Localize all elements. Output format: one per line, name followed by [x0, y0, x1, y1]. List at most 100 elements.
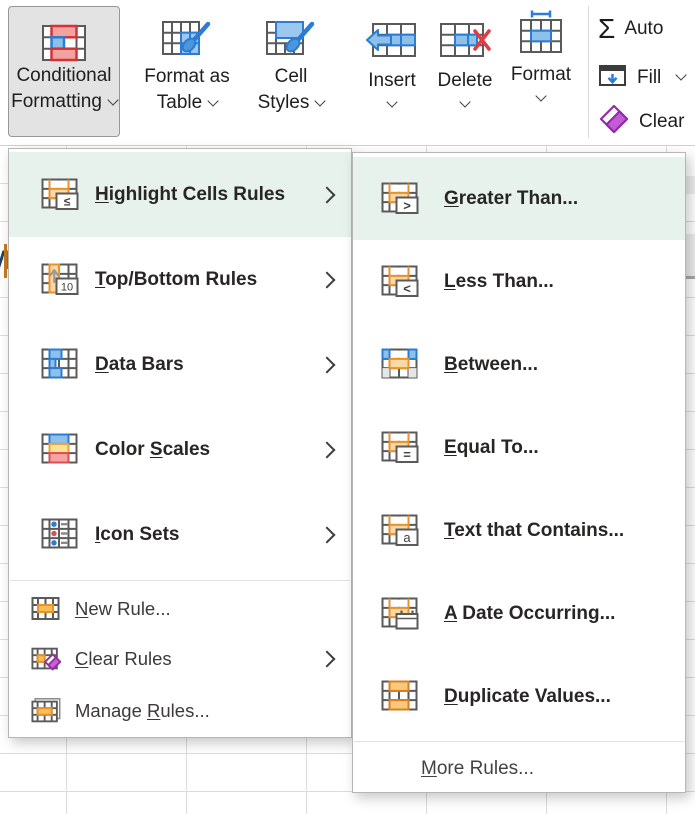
svg-text:a: a [403, 530, 411, 545]
submenu-separator [354, 741, 684, 742]
menu-item-clear-rules[interactable]: Clear Rules [9, 633, 351, 685]
eraser-icon [598, 103, 630, 141]
chevron-down-icon [535, 90, 546, 101]
format-cells-icon [517, 4, 565, 56]
button-label-line1: Conditional [16, 63, 111, 89]
cell-styles-button[interactable]: Cell Styles [250, 6, 332, 116]
duplicate-values-icon [381, 678, 427, 716]
submenu-item-label: Duplicate Values... [444, 686, 611, 708]
menu-item-new-rule[interactable]: New Rule... [9, 585, 351, 633]
conditional-formatting-button[interactable]: Conditional Formatting [8, 6, 120, 137]
submenu-arrow-icon [319, 271, 336, 288]
menu-item-label: Clear Rules [75, 648, 172, 670]
svg-text:<: < [403, 281, 411, 296]
menu-item-label: Manage Rules... [75, 700, 210, 722]
insert-button[interactable]: Insert [360, 10, 424, 109]
submenu-item-greater-than[interactable]: > Greater Than... [353, 157, 685, 240]
button-label: Format [511, 64, 571, 86]
fill-button[interactable]: Fill [598, 61, 685, 95]
menu-item-label: New Rule... [75, 598, 171, 620]
svg-text:≤: ≤ [64, 194, 71, 208]
color-scales-icon [41, 431, 87, 469]
menu-item-color-scales[interactable]: Color Scales [9, 407, 351, 492]
submenu-item-less-than[interactable]: < Less Than... [353, 240, 685, 323]
ribbon-group-separator [588, 6, 589, 138]
background-cell-edge [686, 276, 695, 279]
menu-item-label: Data Bars [95, 354, 184, 376]
button-label: Fill [637, 67, 661, 89]
menu-item-data-bars[interactable]: Data Bars [9, 322, 351, 407]
submenu-item-label: Between... [444, 354, 538, 376]
delete-button[interactable]: Delete [432, 10, 498, 109]
delete-cells-icon [438, 10, 492, 62]
submenu-item-a-date-occurring[interactable]: A Date Occurring... [353, 572, 685, 655]
svg-text:10: 10 [61, 281, 73, 293]
submenu-arrow-icon [319, 441, 336, 458]
text-that-contains-icon: a [381, 512, 427, 550]
chevron-down-icon [107, 94, 118, 105]
submenu-arrow-icon [319, 356, 336, 373]
greater-than-icon: > [381, 180, 427, 218]
manage-rules-icon [31, 697, 63, 725]
equal-to-icon: = [381, 429, 427, 467]
submenu-arrow-icon [319, 526, 336, 543]
submenu-item-label: More Rules... [421, 758, 534, 780]
menu-item-manage-rules[interactable]: Manage Rules... [9, 685, 351, 737]
submenu-item-label: Equal To... [444, 437, 539, 459]
svg-text:=: = [403, 447, 411, 462]
chevron-down-icon [386, 96, 397, 107]
submenu-item-more-rules[interactable]: More Rules... [353, 746, 685, 792]
button-label: Delete [438, 70, 493, 92]
submenu-item-label: Text that Contains... [444, 520, 624, 542]
top-bottom-rules-icon: 10 [41, 261, 87, 299]
button-label-line2: Styles [258, 92, 310, 113]
less-than-icon: < [381, 263, 427, 301]
button-label-line1: Format as [144, 64, 230, 90]
new-rule-icon [31, 595, 63, 623]
insert-cells-icon [365, 10, 419, 62]
cell-styles-icon [265, 6, 317, 64]
submenu-item-label: A Date Occurring... [444, 603, 615, 625]
submenu-item-duplicate-values[interactable]: Duplicate Values... [353, 655, 685, 738]
submenu-item-label: Greater Than... [444, 188, 578, 210]
submenu-item-text-that-contains[interactable]: a Text that Contains... [353, 489, 685, 572]
menu-item-highlight-cells-rules[interactable]: ≤ Highlight Cells Rules [9, 152, 351, 237]
button-label-line2: Table [157, 92, 202, 113]
data-bars-icon [41, 346, 87, 384]
submenu-item-between[interactable]: Between... [353, 323, 685, 406]
submenu-arrow-icon [319, 651, 336, 668]
chevron-down-icon [459, 96, 470, 107]
menu-item-top-bottom-rules[interactable]: 10 Top/Bottom Rules [9, 237, 351, 322]
autosum-button[interactable]: Σ Auto [598, 14, 663, 44]
conditional-formatting-icon [41, 7, 87, 63]
button-label: Insert [368, 70, 416, 92]
between-icon [381, 346, 427, 384]
background-cell-border [4, 244, 7, 278]
button-label: Auto [624, 18, 663, 40]
svg-text:>: > [403, 198, 411, 213]
format-button[interactable]: Format [506, 4, 576, 103]
submenu-item-equal-to[interactable]: = Equal To... [353, 406, 685, 489]
menu-item-label: Top/Bottom Rules [95, 269, 257, 291]
icon-sets-icon [41, 516, 87, 554]
chevron-down-icon [315, 95, 326, 106]
autosum-sigma-icon: Σ [598, 14, 615, 44]
format-as-table-button[interactable]: Format as Table [127, 6, 247, 116]
fill-down-icon [598, 61, 628, 95]
button-label-line1: Cell [275, 64, 308, 90]
button-label-line2: Formatting [11, 91, 102, 112]
highlight-cells-rules-icon: ≤ [41, 176, 87, 214]
clear-button[interactable]: Clear [598, 103, 684, 141]
chevron-down-icon [208, 95, 219, 106]
submenu-item-label: Less Than... [444, 271, 554, 293]
menu-item-label: Highlight Cells Rules [95, 184, 285, 206]
menu-item-label: Icon Sets [95, 524, 179, 546]
background-cell-shade [686, 176, 695, 194]
ribbon: Conditional Formatting Format as Table [0, 0, 695, 145]
menu-item-icon-sets[interactable]: Icon Sets [9, 492, 351, 577]
chevron-down-icon [676, 69, 687, 80]
background-cell-shade [686, 234, 695, 278]
format-as-table-icon [161, 6, 213, 64]
conditional-formatting-menu: ≤ Highlight Cells Rules 10 Top/Bottom Ru… [8, 148, 352, 738]
menu-separator [10, 580, 350, 581]
